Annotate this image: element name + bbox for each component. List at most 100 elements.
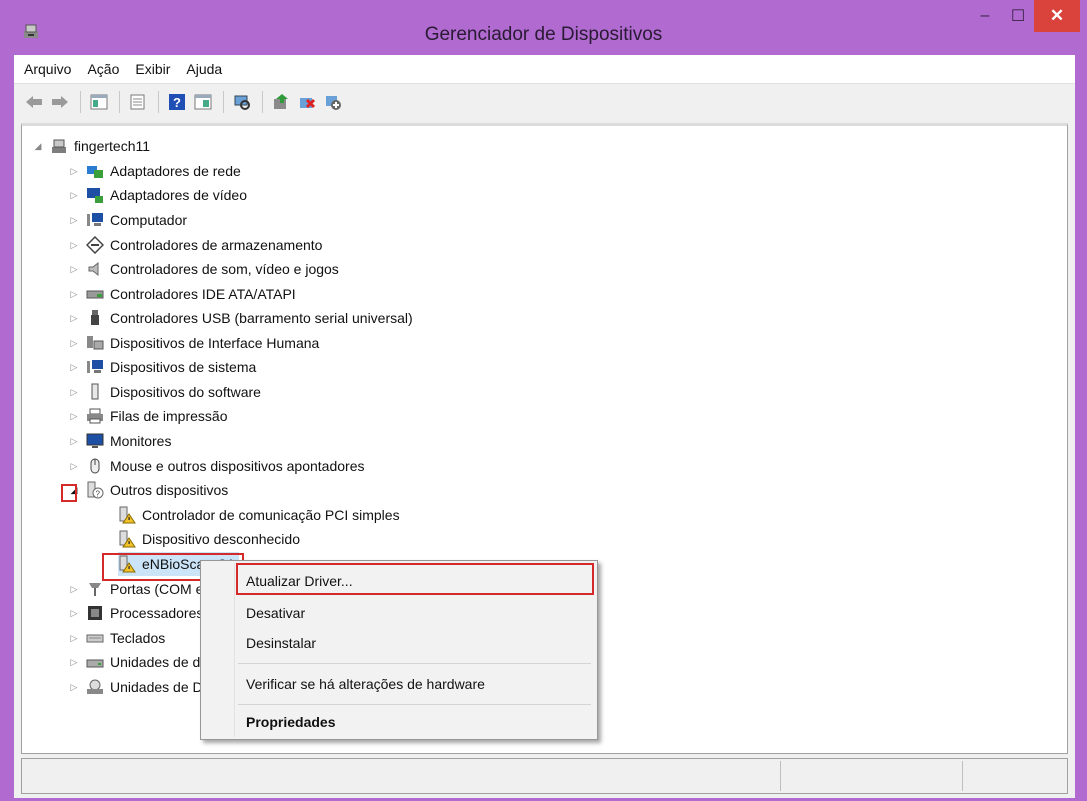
expand-arrow-icon[interactable]: ▷ (68, 681, 80, 693)
tree-category-expanded[interactable]: ◢ ? Outros dispositivos (68, 478, 228, 502)
category-label: Computador (110, 212, 188, 228)
computer-icon (86, 211, 104, 229)
tree-category[interactable]: ▷ Teclados (68, 626, 166, 650)
category-label: Adaptadores de vídeo (110, 187, 247, 203)
expand-arrow-icon[interactable]: ▷ (68, 263, 80, 275)
processor-icon (86, 604, 104, 622)
expand-arrow-icon[interactable]: ▷ (68, 189, 80, 201)
speaker-icon (86, 260, 104, 278)
category-label: Dispositivos de Interface Humana (110, 335, 320, 351)
back-arrow-icon[interactable] (22, 90, 46, 114)
expand-arrow-icon[interactable]: ▷ (68, 239, 80, 251)
expand-arrow-icon[interactable]: ▷ (68, 410, 80, 422)
tree-device[interactable]: Dispositivo desconhecido (118, 527, 300, 551)
close-button[interactable]: ✕ (1034, 0, 1080, 32)
computer-icon (50, 137, 68, 155)
annotation-highlight (236, 563, 594, 595)
tree-root[interactable]: ◢ fingertech11 (32, 134, 150, 158)
tree-category[interactable]: ▷ Controladores USB (barramento serial un… (68, 306, 413, 330)
uninstall-icon[interactable] (295, 90, 319, 114)
expand-arrow-icon[interactable]: ▷ (68, 165, 80, 177)
device-label: Controlador de comunicação PCI simples (142, 507, 400, 523)
menu-disable[interactable]: Desativar (246, 601, 305, 625)
status-divider (780, 761, 781, 791)
toolbar-separator (223, 91, 224, 113)
collapse-arrow-icon[interactable]: ◢ (32, 140, 44, 152)
expand-arrow-icon[interactable]: ▷ (68, 288, 80, 300)
tree-category[interactable]: ▷ Adaptadores de vídeo (68, 183, 247, 207)
toolbar: ? (14, 84, 1075, 120)
menu-uninstall[interactable]: Desinstalar (246, 631, 316, 655)
title-bar: Gerenciador de Dispositivos – ☐ ✕ (0, 0, 1087, 54)
minimize-button[interactable]: – (968, 0, 1002, 32)
menu-properties[interactable]: Propriedades (246, 710, 335, 734)
properties-icon[interactable] (126, 90, 150, 114)
keyboard-icon (86, 629, 104, 647)
category-label: Dispositivos do software (110, 384, 261, 400)
category-label: Controladores IDE ATA/ATAPI (110, 286, 296, 302)
toolbar-separator (262, 91, 263, 113)
tree-category[interactable]: ▷ Adaptadores de rede (68, 159, 241, 183)
expand-arrow-icon[interactable]: ▷ (68, 632, 80, 644)
unknown-device-icon: ? (86, 481, 104, 499)
expand-arrow-icon[interactable]: ▷ (68, 386, 80, 398)
expand-arrow-icon[interactable]: ▷ (68, 460, 80, 472)
tree-category[interactable]: ▷ Controladores de som, vídeo e jogos (68, 257, 339, 281)
menu-ajuda[interactable]: Ajuda (180, 61, 228, 77)
expand-arrow-icon[interactable]: ▷ (68, 607, 80, 619)
tree-device[interactable]: Controlador de comunicação PCI simples (118, 503, 400, 527)
tree-category[interactable]: ▷ Processadores (68, 601, 204, 625)
menu-separator (238, 663, 591, 664)
status-bar (21, 758, 1068, 794)
tree-category[interactable]: ▷ Monitores (68, 429, 172, 453)
svg-text:?: ? (96, 490, 101, 499)
menu-arquivo[interactable]: Arquivo (18, 61, 77, 77)
tree-category[interactable]: ▷ Filas de impressão (68, 404, 228, 428)
expand-arrow-icon[interactable]: ▷ (68, 583, 80, 595)
window-title: Gerenciador de Dispositivos (424, 24, 663, 45)
network-adapter-icon (86, 162, 104, 180)
disable-icon[interactable] (321, 90, 345, 114)
status-divider (962, 761, 963, 791)
maximize-button[interactable]: ☐ (1002, 0, 1034, 32)
storage-controller-icon (86, 236, 104, 254)
expand-arrow-icon[interactable]: ▷ (68, 435, 80, 447)
category-label: Controladores de som, vídeo e jogos (110, 261, 339, 277)
toolbar-separator (158, 91, 159, 113)
system-device-icon (86, 358, 104, 376)
device-label: Dispositivo desconhecido (142, 531, 300, 547)
mouse-icon (86, 457, 104, 475)
expand-arrow-icon[interactable]: ▷ (68, 337, 80, 349)
update-driver-icon[interactable] (269, 90, 293, 114)
tree-category[interactable]: ▷ Computador (68, 208, 188, 232)
show-hide-tree-icon[interactable] (87, 90, 111, 114)
expand-arrow-icon[interactable]: ▷ (68, 656, 80, 668)
menu-acao[interactable]: Ação (81, 61, 125, 77)
expand-arrow-icon[interactable]: ▷ (68, 361, 80, 373)
expand-arrow-icon[interactable]: ▷ (68, 312, 80, 324)
svg-text:?: ? (173, 95, 181, 110)
hid-icon (86, 334, 104, 352)
device-manager-window: Gerenciador de Dispositivos – ☐ ✕ Arquiv… (0, 0, 1087, 801)
category-label: Processadores (110, 605, 204, 621)
disk-drive-icon (86, 653, 104, 671)
expand-arrow-icon[interactable]: ▷ (68, 214, 80, 226)
scan-hardware-icon[interactable] (230, 90, 254, 114)
tree-category[interactable]: ▷ Controladores IDE ATA/ATAPI (68, 282, 296, 306)
tree-category[interactable]: ▷ Dispositivos do software (68, 380, 261, 404)
help-icon[interactable]: ? (165, 90, 189, 114)
tree-category[interactable]: ▷ Dispositivos de Interface Humana (68, 331, 320, 355)
category-label: Teclados (110, 630, 166, 646)
category-label: Dispositivos de sistema (110, 359, 257, 375)
annotation-highlight (61, 484, 77, 502)
tree-category[interactable]: ▷ Dispositivos de sistema (68, 355, 257, 379)
category-label: Monitores (110, 433, 172, 449)
monitor-icon (86, 432, 104, 450)
view-icon[interactable] (191, 90, 215, 114)
tree-category[interactable]: ▷ Mouse e outros dispositivos apontadores (68, 454, 365, 478)
tree-category[interactable]: ▷ Controladores de armazenamento (68, 233, 322, 257)
forward-arrow-icon[interactable] (48, 90, 72, 114)
menu-scan-hardware[interactable]: Verificar se há alterações de hardware (246, 672, 485, 696)
menu-exibir[interactable]: Exibir (129, 61, 176, 77)
category-label: Mouse e outros dispositivos apontadores (110, 458, 365, 474)
